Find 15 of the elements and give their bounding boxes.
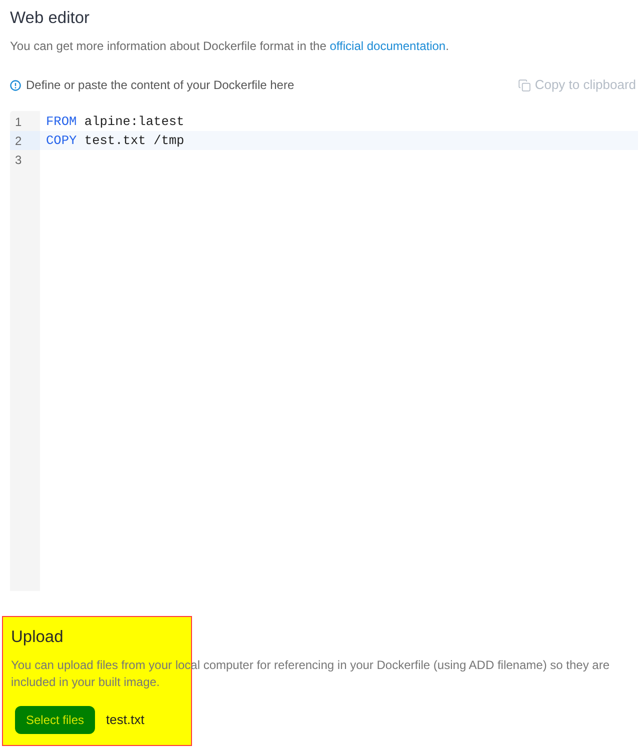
code-text: FROM alpine:latest [46,112,184,131]
selected-filename: test.txt [106,711,144,730]
code-text: COPY test.txt /tmp [46,132,184,150]
alert-circle-icon [10,80,21,90]
copy-icon [518,78,531,92]
line-number: 1 [14,114,23,130]
line-number: 3 [14,152,23,168]
description-text: You can get more information about Dockerfile format in the official documentation. [10,38,449,54]
section-title: Web editor [10,8,90,28]
hint-text: Define or paste the content of your Dockerfile here [26,77,294,93]
select-files-button[interactable]: Select files [15,706,96,734]
upload-title: Upload [11,627,64,647]
line-number: 2 [10,131,40,150]
code-editor[interactable]: 1 2 3 FROM alpine:latest COPY test.txt /tmp [10,111,638,591]
documentation-link[interactable]: official documentation [330,39,446,53]
